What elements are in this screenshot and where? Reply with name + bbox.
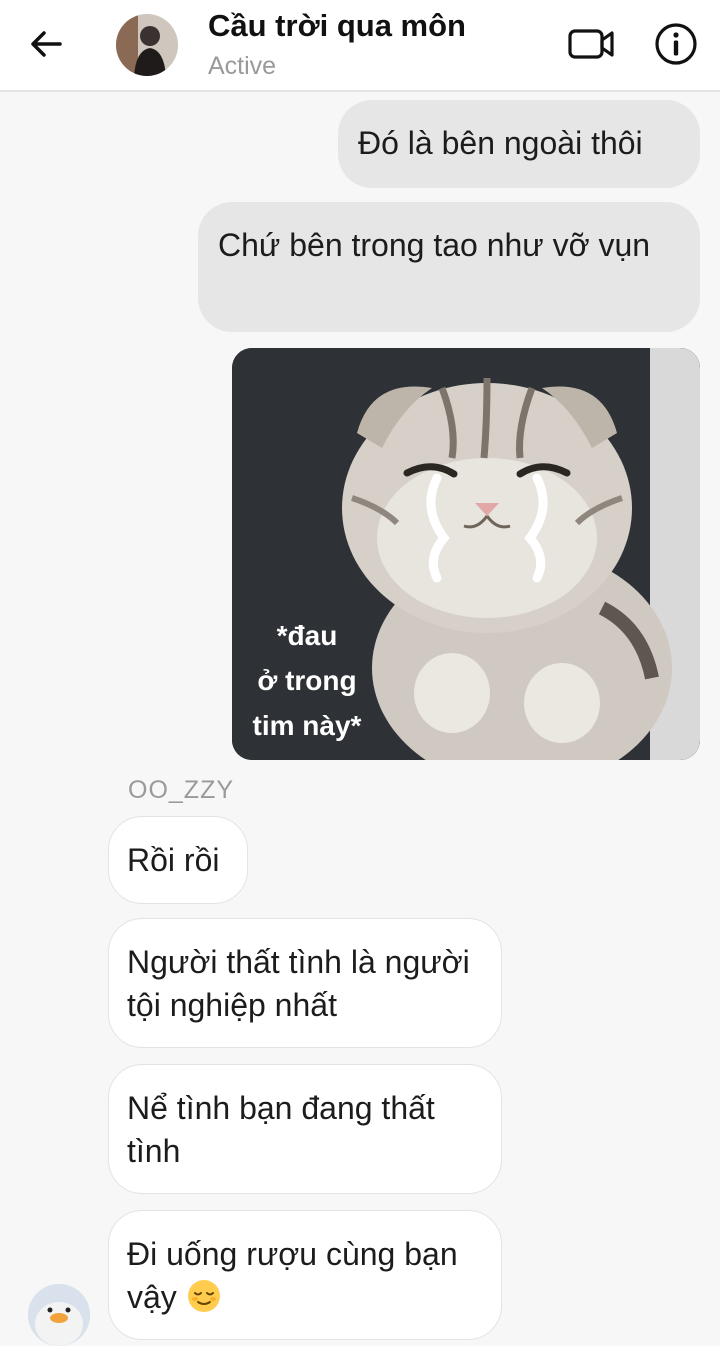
chat-header: Cầu trời qua môn Active (0, 0, 720, 92)
relieved-face-emoji-icon (187, 1280, 220, 1312)
message-bubble-outgoing[interactable]: Đó là bên ngoài thôi (338, 100, 700, 188)
video-call-button[interactable] (566, 22, 618, 66)
video-call-icon (568, 29, 614, 59)
message-bubble-incoming[interactable]: Người thất tình là người tội nghiệp nhất (108, 918, 502, 1048)
info-icon (655, 23, 697, 65)
contact-status: Active (208, 52, 277, 80)
message-text: Đi uống rượu cùng bạn vậy (127, 1236, 458, 1315)
back-button[interactable] (24, 22, 68, 66)
image-message[interactable]: *đau ở trong tim này* (232, 348, 700, 760)
info-button[interactable] (652, 20, 700, 68)
sender-avatar[interactable] (28, 1284, 90, 1346)
message-bubble-incoming[interactable]: Nể tình bạn đang thất tình (108, 1064, 502, 1194)
message-bubble-outgoing[interactable]: Chứ bên trong tao như vỡ vụn (198, 202, 700, 332)
contact-name[interactable]: Cầu trời qua môn (208, 8, 466, 44)
arrow-left-icon (31, 31, 62, 57)
message-bubble-incoming[interactable]: Rồi rồi (108, 816, 248, 904)
image-caption: *đau ở trong tim này* (252, 620, 362, 741)
message-bubble-incoming[interactable]: Đi uống rượu cùng bạn vậy (108, 1210, 502, 1340)
contact-avatar[interactable] (116, 14, 178, 76)
sender-name: OO_ZZY (128, 776, 235, 804)
